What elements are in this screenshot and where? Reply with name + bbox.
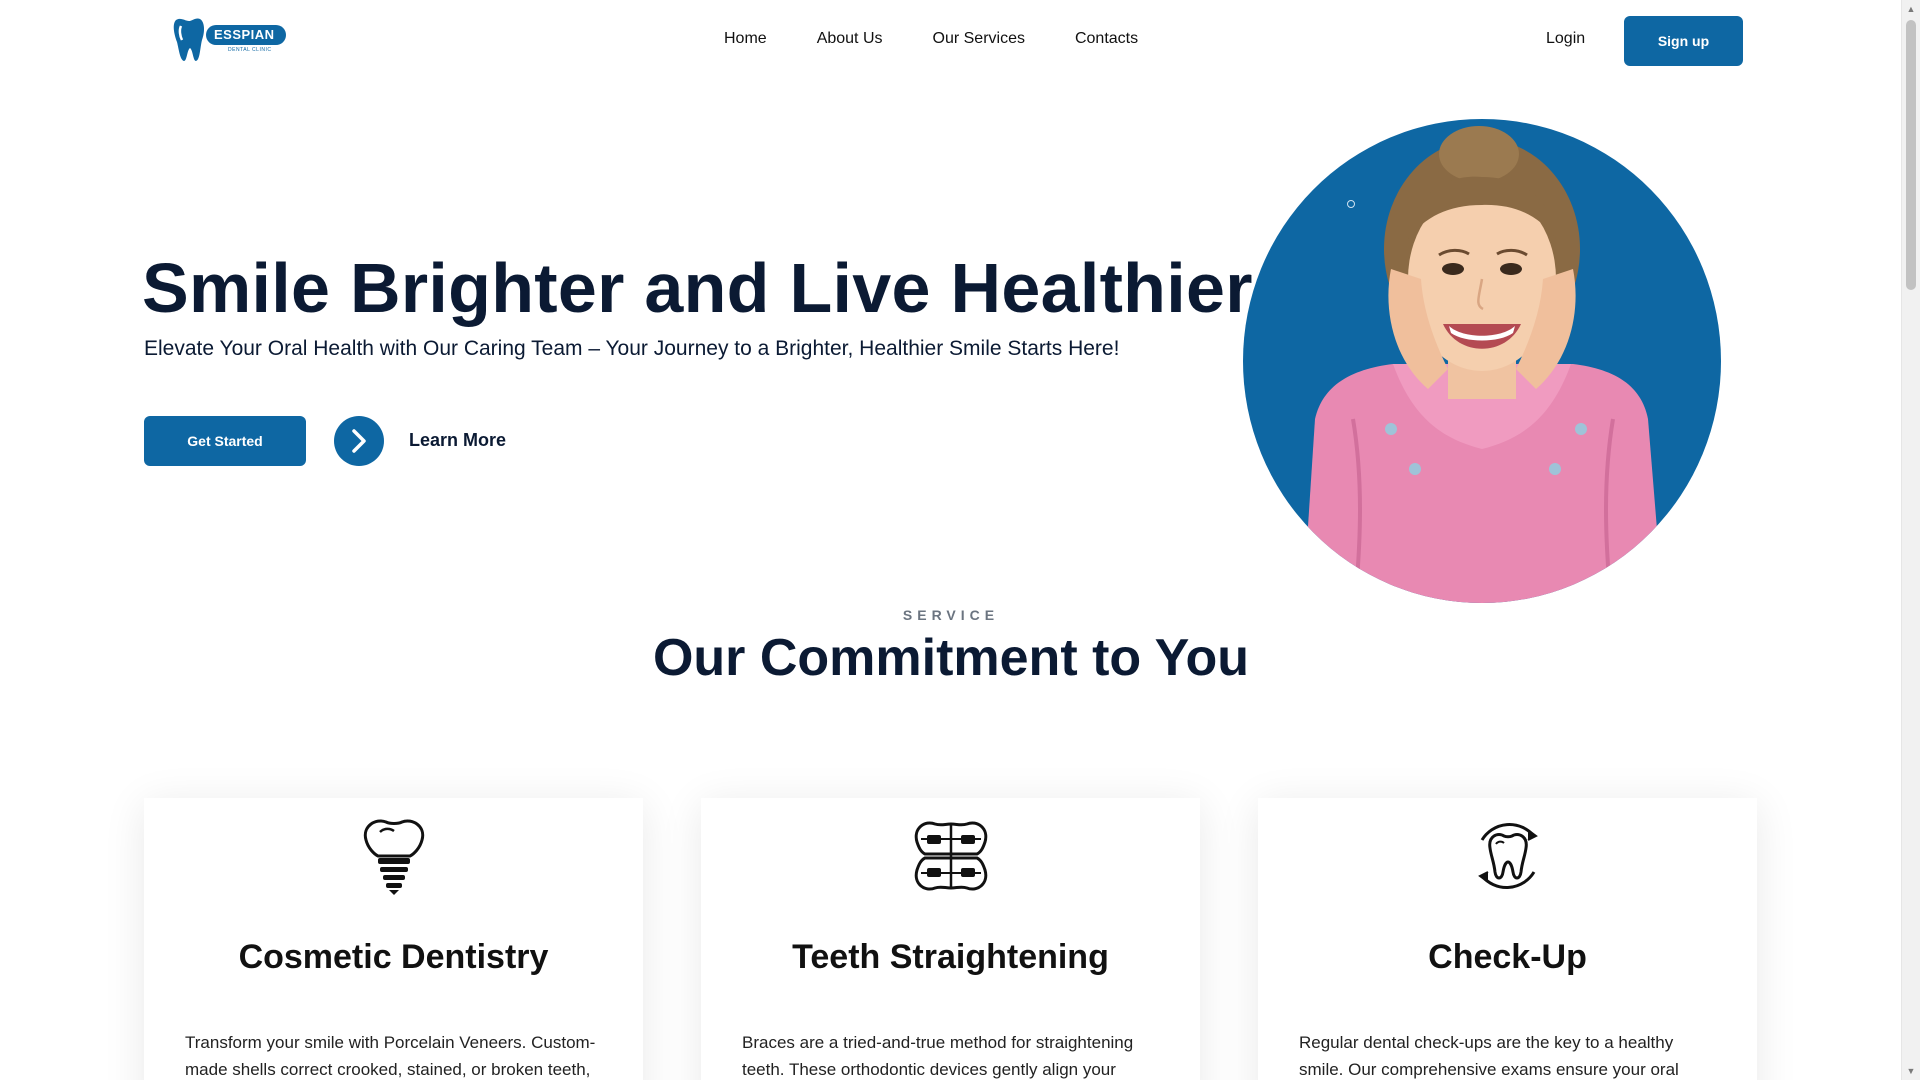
nav-contacts[interactable]: Contacts [1075,30,1138,48]
hero-title: Smile Brighter and Live Healthier [142,249,1253,327]
hero-subtitle: Elevate Your Oral Health with Our Caring… [144,337,1120,360]
main-nav: Home About Us Our Services Contacts [724,30,1138,48]
logo-wordmark: ESSPIAN [214,27,275,42]
scroll-down-arrow-icon[interactable]: ▼ [1902,1062,1920,1080]
clinic-logo[interactable]: ESSPIAN DENTAL CLINIC [172,16,292,64]
dental-implant-icon [363,819,425,895]
learn-more-arrow-button[interactable] [334,416,384,466]
nav-home[interactable]: Home [724,30,767,48]
page: ESSPIAN DENTAL CLINIC Home About Us Our … [0,0,1902,1080]
hero-smiling-woman-image [1243,119,1721,603]
card-description: Braces are a tried-and-true method for s… [742,1033,1134,1079]
section-title: Our Commitment to You [652,629,1250,687]
service-card-teeth-straightening[interactable]: Teeth Straightening Braces are a tried-a… [701,798,1200,1080]
card-description: Transform your smile with Porcelain Vene… [185,1033,596,1079]
nav-about-us[interactable]: About Us [817,30,883,48]
braces-icon [914,821,988,891]
logo-tagline: DENTAL CLINIC [228,47,272,53]
get-started-button[interactable]: Get Started [144,416,306,466]
signup-button[interactable]: Sign up [1624,16,1743,66]
service-card-check-up[interactable]: Check-Up Regular dental check-ups are th… [1258,798,1757,1080]
chevron-right-icon [352,429,366,453]
card-title: Cosmetic Dentistry [238,938,549,976]
scrollbar-thumb[interactable] [1906,20,1916,290]
card-description: Regular dental check-ups are the key to … [1299,1033,1679,1079]
card-title: Teeth Straightening [792,938,1109,976]
service-card-cosmetic-dentistry[interactable]: Cosmetic Dentistry Transform your smile … [144,798,643,1080]
tooth-checkup-icon [1478,822,1538,890]
login-link[interactable]: Login [1546,30,1585,48]
nav-our-services[interactable]: Our Services [933,30,1025,48]
card-title: Check-Up [1428,938,1587,976]
scroll-up-arrow-icon[interactable]: ▲ [1902,0,1920,18]
learn-more-link[interactable]: Learn More [409,430,506,451]
page-scrollbar[interactable]: ▲ ▼ [1901,0,1920,1080]
section-eyebrow: SERVICE [902,607,1000,623]
